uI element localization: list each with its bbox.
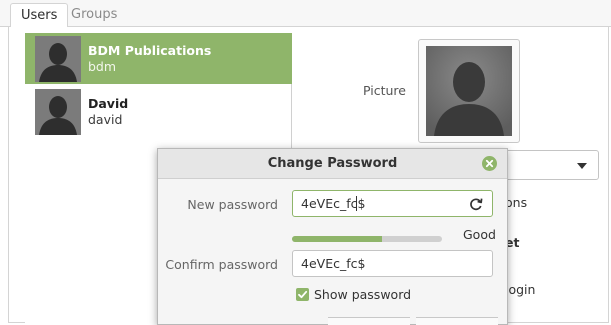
user-display-name: David	[88, 96, 129, 111]
close-button[interactable]	[482, 156, 497, 171]
checkmark-icon	[298, 290, 308, 299]
tab-bar: Users Groups	[0, 0, 611, 28]
dialog-button[interactable]	[328, 317, 410, 325]
password-strength-bar	[292, 236, 442, 242]
account-type-dropdown[interactable]	[500, 150, 599, 180]
picture-label: Picture	[363, 83, 406, 98]
user-list-item[interactable]: BDM Publications bdm	[25, 33, 292, 84]
user-picture-icon	[426, 46, 512, 136]
dialog-button[interactable]	[416, 317, 498, 325]
close-icon	[485, 159, 494, 168]
confirm-password-value: 4eVEc_fc$	[301, 256, 366, 271]
avatar	[35, 36, 81, 82]
chevron-down-icon	[577, 163, 587, 169]
password-strength-fill	[292, 236, 382, 242]
picture-button[interactable]	[418, 39, 520, 143]
user-login-name: david	[88, 112, 123, 127]
tab-users[interactable]: Users	[10, 3, 69, 28]
dialog-titlebar: Change Password	[158, 149, 507, 179]
user-display-name: BDM Publications	[88, 43, 212, 58]
avatar	[35, 89, 81, 135]
change-password-dialog: Change Password New password 4eVEc_fc$ G…	[157, 148, 508, 325]
user-list-item[interactable]: David david	[25, 86, 292, 137]
user-login-name: bdm	[88, 59, 117, 74]
partial-label: login	[505, 282, 536, 297]
confirm-password-field[interactable]: 4eVEc_fc$	[292, 250, 493, 277]
new-password-field[interactable]: 4eVEc_fc$	[292, 190, 493, 217]
dialog-title: Change Password	[267, 156, 398, 171]
show-password-checkbox[interactable]	[296, 288, 309, 301]
text-caret	[356, 196, 357, 211]
confirm-password-label: Confirm password	[165, 257, 278, 272]
tab-groups[interactable]: Groups	[61, 3, 127, 28]
refresh-icon[interactable]	[468, 196, 484, 212]
password-strength-text: Good	[463, 227, 496, 242]
new-password-label: New password	[187, 197, 278, 212]
show-password-label: Show password	[314, 287, 412, 302]
partial-label: ons	[505, 195, 528, 210]
